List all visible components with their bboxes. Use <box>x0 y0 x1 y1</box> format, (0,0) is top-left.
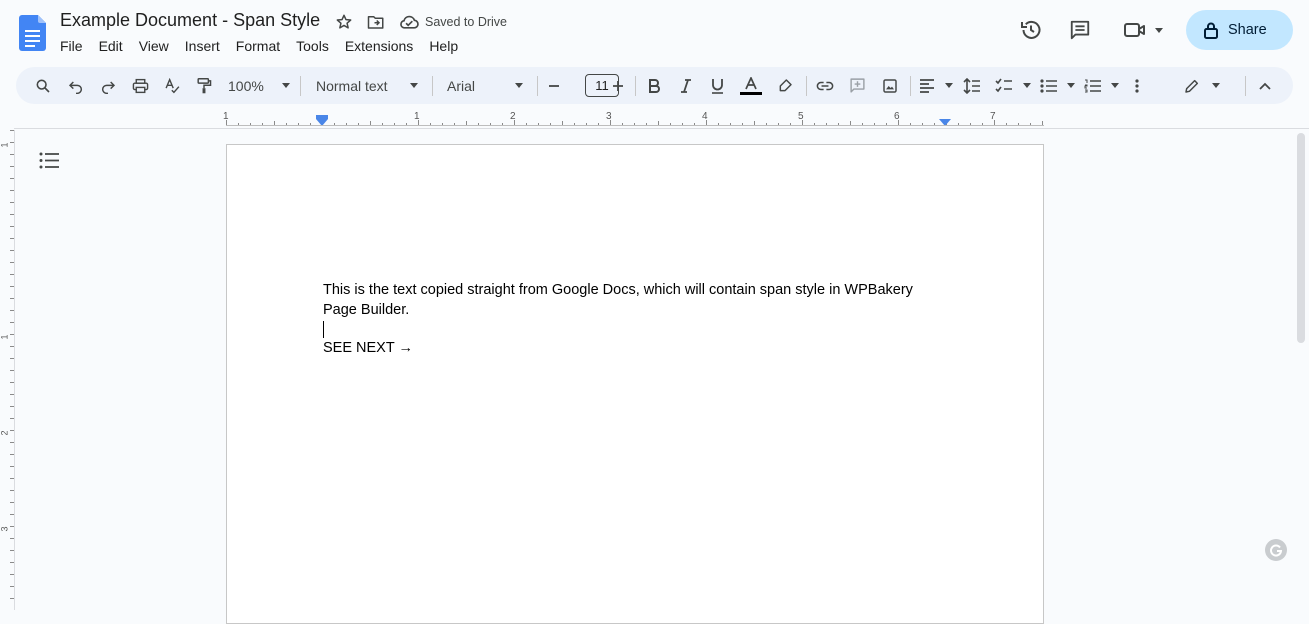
numbered-list-icon[interactable] <box>1084 67 1119 104</box>
paragraph-text: This is the text copied straight from Go… <box>323 282 913 318</box>
bullet-list-icon[interactable] <box>1040 67 1075 104</box>
highlight-icon[interactable] <box>775 67 795 104</box>
menu-view[interactable]: View <box>131 37 177 55</box>
chevron-down-icon <box>945 83 953 88</box>
chevron-down-icon <box>282 83 290 88</box>
toolbar-divider <box>635 76 636 96</box>
paint-format-icon[interactable] <box>194 67 214 104</box>
chevron-down-icon <box>1023 83 1031 88</box>
ruler-label: 3 <box>606 111 612 122</box>
docs-logo-icon[interactable] <box>19 15 46 51</box>
version-history-icon[interactable] <box>1019 18 1043 42</box>
lock-icon <box>1204 22 1218 39</box>
toolbar-divider <box>300 76 301 96</box>
align-icon[interactable] <box>919 67 953 104</box>
line-spacing-icon[interactable] <box>962 67 982 104</box>
checklist-icon[interactable] <box>995 67 1031 104</box>
menu-tools[interactable]: Tools <box>288 37 337 55</box>
vruler-divider <box>14 130 15 610</box>
menu-extensions[interactable]: Extensions <box>337 37 421 55</box>
link-icon[interactable] <box>814 67 836 104</box>
ruler-divider <box>14 128 1309 129</box>
ruler-baseline <box>226 125 1044 126</box>
comments-icon[interactable] <box>1068 18 1092 42</box>
menu-file[interactable]: File <box>52 37 91 55</box>
ruler-label: 5 <box>798 111 804 122</box>
vruler-label: 2 <box>0 430 10 436</box>
title-bar: Example Document - Span Style Saved to D… <box>0 0 1309 64</box>
see-next-text: SEE NEXT → <box>323 340 413 356</box>
image-icon[interactable] <box>879 67 901 104</box>
text-cursor <box>323 321 324 338</box>
increase-font-size-button[interactable] <box>610 67 626 104</box>
meet-icon[interactable] <box>1123 18 1167 42</box>
paragraph-style-value: Normal text <box>316 77 388 94</box>
horizontal-ruler[interactable]: 1 1 2 3 4 5 6 7 <box>223 111 1044 129</box>
search-icon[interactable] <box>32 67 54 104</box>
chevron-down-icon <box>1111 83 1119 88</box>
chevron-down-icon <box>515 83 523 88</box>
menu-help[interactable]: Help <box>421 37 466 55</box>
menu-format[interactable]: Format <box>228 37 288 55</box>
move-folder-icon[interactable] <box>366 12 386 32</box>
more-icon[interactable] <box>1130 67 1144 104</box>
comment-icon[interactable] <box>846 67 868 104</box>
saved-status: Saved to Drive <box>425 15 507 29</box>
scrollbar[interactable] <box>1297 133 1305 343</box>
paragraph-style-select[interactable]: Normal text <box>316 67 418 104</box>
menu-edit[interactable]: Edit <box>91 37 131 55</box>
share-label: Share <box>1228 22 1267 38</box>
font-select[interactable]: Arial <box>447 67 523 104</box>
ruler-label: 2 <box>510 111 516 122</box>
share-button[interactable]: Share <box>1186 10 1293 50</box>
vruler-label: 1 <box>0 142 10 148</box>
decrease-font-size-button[interactable] <box>546 67 562 104</box>
chevron-down-icon <box>1212 83 1220 88</box>
chevron-down-icon <box>410 83 418 88</box>
toolbar-divider <box>910 76 911 96</box>
vertical-ruler[interactable]: 1 1 2 3 <box>0 130 14 610</box>
chevron-down-icon <box>1155 27 1163 33</box>
ruler-label: 4 <box>702 111 708 122</box>
grammarly-icon[interactable] <box>1265 539 1287 561</box>
star-icon[interactable] <box>334 12 354 32</box>
zoom-value: 100% <box>228 77 264 94</box>
cloud-saved-icon <box>398 12 420 32</box>
zoom-select[interactable]: 100% <box>228 67 290 104</box>
print-icon[interactable] <box>130 67 150 104</box>
italic-icon[interactable] <box>677 67 695 104</box>
font-value: Arial <box>447 77 476 94</box>
toolbar: 100% Normal text Arial 11 <box>16 67 1293 104</box>
redo-icon[interactable] <box>98 67 118 104</box>
ruler-label: 1 <box>414 111 420 122</box>
menu-insert[interactable]: Insert <box>177 37 228 55</box>
collapse-icon[interactable] <box>1255 67 1275 104</box>
document-outline-icon[interactable] <box>39 152 60 174</box>
toolbar-divider <box>432 76 433 96</box>
toolbar-divider <box>537 76 538 96</box>
ruler-label: 1 <box>223 111 229 122</box>
bold-icon[interactable] <box>645 67 663 104</box>
text-color-icon[interactable] <box>738 67 764 104</box>
chevron-down-icon <box>1067 83 1075 88</box>
document-page[interactable]: This is the text copied straight from Go… <box>226 144 1044 624</box>
edit-mode-icon[interactable] <box>1184 67 1220 104</box>
vruler-label: 3 <box>0 526 10 532</box>
ruler-label: 6 <box>894 111 900 122</box>
ruler-label: 7 <box>990 111 996 122</box>
spellcheck-icon[interactable] <box>162 67 182 104</box>
undo-icon[interactable] <box>66 67 86 104</box>
toolbar-divider <box>1245 76 1246 96</box>
toolbar-divider <box>806 76 807 96</box>
menu-bar: File Edit View Insert Format Tools Exten… <box>52 37 466 55</box>
vruler-label: 1 <box>0 334 10 340</box>
underline-icon[interactable] <box>708 67 726 104</box>
document-title[interactable]: Example Document - Span Style <box>60 10 320 31</box>
document-body[interactable]: This is the text copied straight from Go… <box>323 281 943 359</box>
